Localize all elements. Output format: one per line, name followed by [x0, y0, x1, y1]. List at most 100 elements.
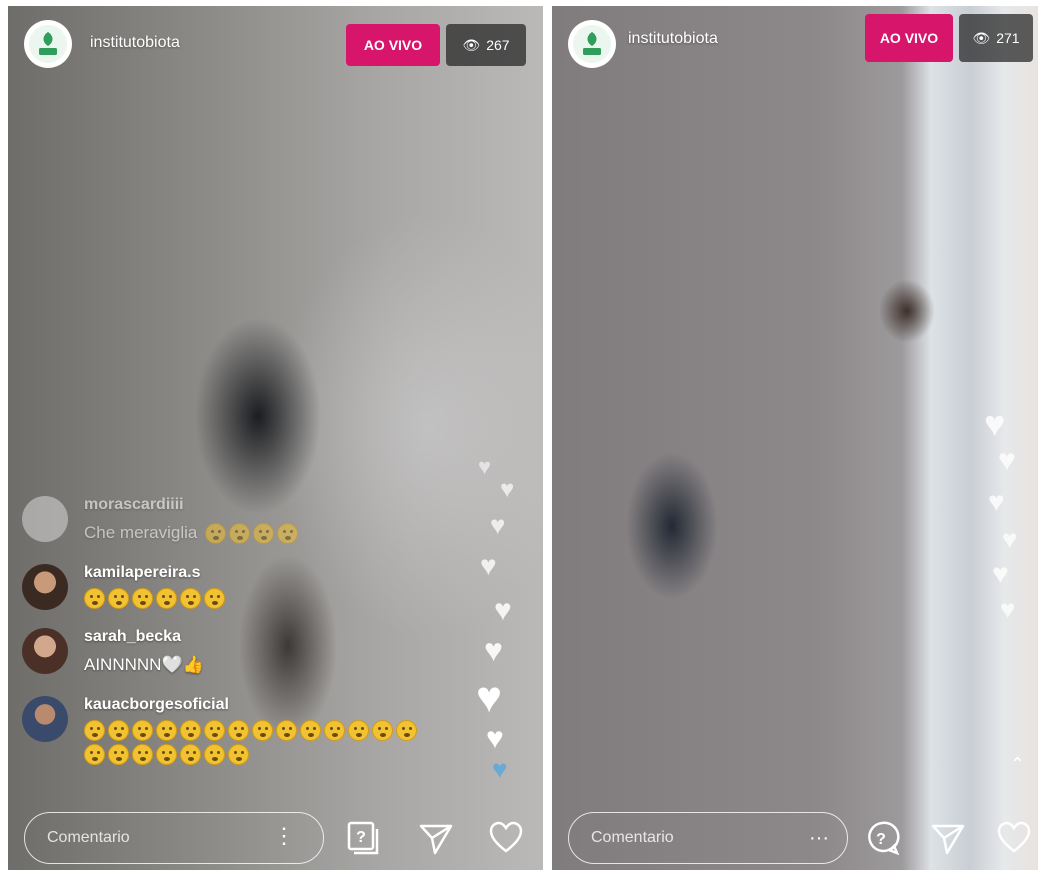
emoji-icon: [108, 720, 129, 741]
floating-hearts: ♥ ♥ ♥ ♥ ♥ ♥ ♥ ♥ ♥: [470, 456, 540, 806]
comment-input[interactable]: Comentario ···: [568, 812, 848, 864]
viewer-count-badge[interactable]: 👁 267: [446, 24, 526, 66]
emoji-icon: [300, 720, 321, 741]
emoji-icon: [180, 720, 201, 741]
eye-icon: 👁: [972, 29, 991, 46]
emoji-icon: [204, 744, 225, 765]
emoji-icon: [132, 744, 153, 765]
live-badge: AO VIVO: [865, 14, 953, 62]
heart-icon: ♥: [484, 632, 503, 668]
comment-username[interactable]: kauacborgesoficial: [84, 696, 424, 714]
comment-username[interactable]: sarah_becka: [84, 628, 204, 646]
heart-icon: ♥: [500, 476, 515, 503]
heart-icon: ♥: [478, 454, 492, 479]
video-feed: [552, 6, 1038, 870]
commenter-avatar[interactable]: [22, 496, 68, 542]
emoji-icon: [132, 720, 153, 741]
emoji-icon: [396, 720, 417, 741]
comment-item: sarah_becka AINNNNN🤍👍: [22, 628, 432, 678]
emoji-icon: [228, 744, 249, 765]
bottom-bar: Comentario ··· ?: [552, 808, 1038, 870]
account-name[interactable]: institutobiota: [90, 34, 180, 52]
live-stream-right: institutobiota AO VIVO 👁 271 ♥ ♥ ♥ ♥ ♥ ♥…: [552, 6, 1038, 870]
emoji-icon: [132, 588, 153, 609]
bottom-bar: Comentario ⋮ ?: [8, 808, 543, 870]
comment-username[interactable]: kamilapereira.s: [84, 564, 225, 582]
more-vertical-icon[interactable]: ⋮: [273, 823, 295, 849]
emoji-icon: [372, 720, 393, 741]
emoji-icon: [180, 588, 201, 609]
emoji-group: [205, 522, 299, 544]
top-bar: institutobiota AO VIVO 👁 271: [552, 6, 1038, 86]
emoji-icon: [156, 720, 177, 741]
heart-icon: ♥: [992, 558, 1009, 589]
comment-message: AINNNNN🤍👍: [84, 655, 204, 674]
floating-hearts: ♥ ♥ ♥ ♥ ♥ ♥: [980, 406, 1036, 666]
biota-logo-icon: [573, 25, 611, 63]
eye-icon: 👁: [462, 36, 481, 53]
heart-icon: ♥: [492, 754, 508, 784]
question-bubble-icon[interactable]: ?: [864, 820, 900, 856]
emoji-icon: [253, 522, 275, 544]
comment-item: kauacborgesoficial: [22, 696, 432, 765]
top-bar: institutobiota AO VIVO 👁 267: [8, 6, 543, 86]
commenter-avatar[interactable]: [22, 696, 68, 742]
chevron-up-icon[interactable]: ⌃: [1010, 754, 1025, 775]
biota-logo-icon: [29, 25, 67, 63]
emoji-icon: [277, 522, 299, 544]
comment-input[interactable]: Comentario ⋮: [24, 812, 324, 864]
emoji-icon: [156, 744, 177, 765]
commenter-avatar[interactable]: [22, 564, 68, 610]
comment-message: Che meraviglia: [84, 523, 198, 542]
comment-item: morascardiiii Che meraviglia: [22, 496, 432, 546]
heart-icon: ♥: [486, 722, 504, 755]
emoji-icon: [84, 588, 105, 609]
heart-icon: ♥: [490, 510, 506, 540]
send-icon[interactable]: [418, 820, 454, 856]
comment-placeholder: Comentario: [47, 829, 130, 846]
svg-text:?: ?: [876, 831, 886, 848]
heart-outline-icon[interactable]: [996, 820, 1032, 856]
viewer-count-badge[interactable]: 👁 271: [959, 14, 1033, 62]
heart-icon: ♥: [988, 486, 1005, 517]
emoji-icon: [228, 720, 249, 741]
heart-icon: ♥: [480, 550, 497, 581]
comment-feed: morascardiiii Che meraviglia kamilaperei…: [22, 496, 432, 783]
emoji-icon: [108, 588, 129, 609]
commenter-avatar[interactable]: [22, 628, 68, 674]
heart-icon: ♥: [1000, 594, 1016, 624]
heart-icon: ♥: [998, 444, 1016, 477]
emoji-icon: [84, 744, 105, 765]
viewer-count: 271: [996, 30, 1020, 46]
account-avatar[interactable]: [568, 20, 616, 68]
emoji-icon: [156, 588, 177, 609]
emoji-icon: [205, 522, 227, 544]
emoji-icon: [84, 720, 105, 741]
emoji-icon: [204, 588, 225, 609]
heart-icon: ♥: [1002, 524, 1018, 554]
svg-text:?: ?: [356, 829, 366, 846]
heart-icon: ♥: [476, 673, 503, 722]
heart-outline-icon[interactable]: [488, 820, 524, 856]
question-box-icon[interactable]: ?: [346, 820, 382, 856]
comment-username[interactable]: morascardiiii: [84, 496, 298, 514]
heart-icon: ♥: [494, 594, 512, 627]
emoji-group: [84, 588, 225, 609]
emoji-icon: [252, 720, 273, 741]
account-name[interactable]: institutobiota: [628, 30, 718, 48]
emoji-icon: [108, 744, 129, 765]
comment-item: kamilapereira.s: [22, 564, 432, 610]
account-avatar[interactable]: [24, 20, 72, 68]
comment-placeholder: Comentario: [591, 829, 674, 846]
emoji-icon: [180, 744, 201, 765]
send-icon[interactable]: [930, 820, 966, 856]
emoji-icon: [204, 720, 225, 741]
emoji-icon: [276, 720, 297, 741]
emoji-icon: [348, 720, 369, 741]
live-stream-left: institutobiota AO VIVO 👁 267 morascardii…: [8, 6, 543, 870]
viewer-count: 267: [486, 37, 510, 53]
heart-icon: ♥: [984, 403, 1006, 444]
more-horizontal-icon[interactable]: ···: [809, 827, 829, 850]
emoji-icon: [324, 720, 345, 741]
emoji-group: [84, 720, 424, 765]
